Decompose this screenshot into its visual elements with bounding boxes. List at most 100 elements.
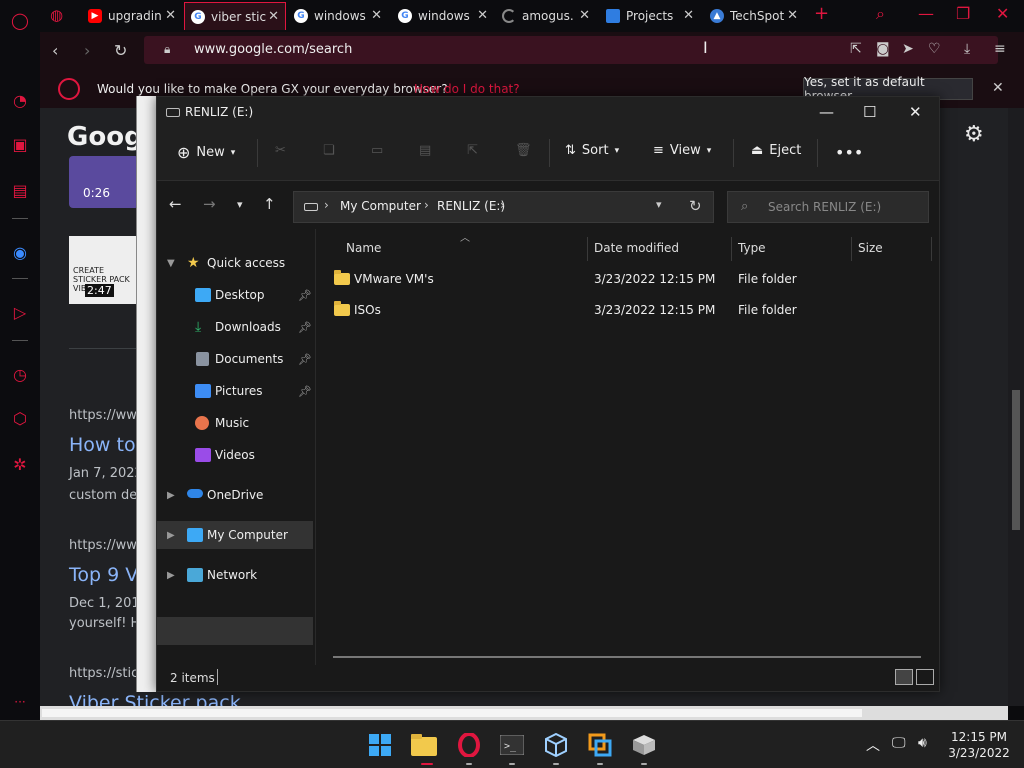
rename-icon[interactable]: ▤ [419, 143, 431, 158]
video-thumbnail[interactable]: CREATE STICKER PACK VIBER 2:47 [69, 236, 139, 304]
maximize-icon[interactable]: ☐ [863, 103, 876, 121]
vmware-taskbar-icon[interactable] [586, 731, 614, 759]
close-icon[interactable]: ✕ [268, 9, 279, 24]
twitch-icon[interactable]: ▤ [8, 178, 32, 202]
horizontal-scrollbar[interactable] [40, 706, 1008, 720]
chevron-right-icon[interactable]: › [324, 198, 329, 212]
close-icon[interactable]: ✕ [371, 8, 382, 23]
search-box[interactable]: ⌕ [727, 191, 929, 223]
new-tab-plus-icon[interactable]: + [814, 3, 829, 24]
forward-arrow-icon[interactable]: → [203, 195, 216, 213]
nav-videos[interactable]: Videos [157, 441, 313, 469]
scroll-thumb[interactable] [42, 709, 862, 717]
nav-desktop[interactable]: Desktop 📌︎ [157, 281, 313, 309]
volume-icon[interactable]: 🔊︎ [918, 735, 927, 751]
send-icon[interactable]: ➤ [902, 41, 914, 57]
tab-windows-2[interactable]: G windows ✕ [392, 2, 494, 30]
clock[interactable]: 12:15 PM 3/23/2022 [948, 729, 1010, 761]
search-tabs-icon[interactable]: ⌕ [876, 4, 885, 24]
chevron-right-icon[interactable]: › [424, 198, 429, 212]
result-url[interactable]: https://stic [69, 666, 138, 681]
nav-network[interactable]: ▶ Network [157, 561, 313, 589]
heart-icon[interactable]: ♡ [928, 41, 941, 57]
chevron-down-icon[interactable]: ▾ [656, 198, 662, 211]
paste-icon[interactable]: ▭ [371, 143, 383, 158]
forward-icon[interactable]: › [84, 41, 90, 60]
virtualbox-taskbar-icon[interactable] [630, 731, 658, 759]
result-title[interactable]: How to [69, 434, 136, 456]
cut-icon[interactable]: ✂ [275, 143, 286, 158]
tab-viber-stickers[interactable]: G viber stic ✕ [184, 2, 286, 30]
close-icon[interactable]: ✕ [165, 8, 176, 23]
eject-button[interactable]: ⏏ Eject [751, 143, 801, 158]
restore-icon[interactable]: ❐ [956, 4, 970, 23]
up-arrow-icon[interactable]: ↑ [263, 195, 276, 213]
column-divider[interactable] [731, 237, 732, 261]
opera-gx-taskbar-icon[interactable] [455, 731, 483, 759]
breadcrumb[interactable]: › My Computer › RENLIZ (E:) › ▾ ↻ [293, 191, 714, 223]
more-options-icon[interactable]: ••• [835, 143, 863, 162]
address-bar[interactable]: 🔒︎ www.google.com/search ⇱ ◙ ➤ ♡ [144, 36, 998, 64]
nav-pictures[interactable]: Pictures 📌︎ [157, 377, 313, 405]
column-date[interactable]: Date modified [594, 241, 679, 255]
chevron-right-icon[interactable]: ▶ [167, 490, 175, 501]
more-icon[interactable]: ··· [8, 690, 32, 714]
recent-chevron-icon[interactable]: ▾ [237, 198, 243, 211]
url-text[interactable]: www.google.com/search [194, 42, 352, 57]
file-row[interactable]: ISOs 3/23/2022 12:15 PM File folder [328, 298, 928, 324]
opera-logo-icon[interactable]: ◯ [8, 8, 32, 32]
chevron-up-icon[interactable]: ︿ [866, 735, 880, 755]
result-title[interactable]: Top 9 V [69, 564, 138, 586]
terminal-taskbar-icon[interactable]: >_ [498, 731, 526, 759]
column-name[interactable]: Name [346, 241, 381, 255]
refresh-icon[interactable]: ↻ [689, 197, 702, 215]
pin-icon[interactable]: 📌︎ [298, 353, 312, 366]
extensions-cube-icon[interactable]: ⬡ [8, 406, 32, 430]
speed-dial-icon[interactable]: ◔ [8, 88, 32, 112]
chevron-right-icon[interactable]: ▶ [167, 530, 175, 541]
file-row[interactable]: VMware VM's 3/23/2022 12:15 PM File fold… [328, 267, 928, 293]
new-button[interactable]: ⊕ New ▾ [177, 143, 235, 162]
gear-icon[interactable]: ⚙ [964, 122, 984, 147]
breadcrumb-drive[interactable]: RENLIZ (E:) [437, 199, 505, 213]
close-icon[interactable]: ✕ [683, 8, 694, 23]
reload-icon[interactable]: ↻ [114, 41, 127, 60]
column-divider[interactable] [587, 237, 588, 261]
shopping-bag-icon[interactable]: ▣ [8, 132, 32, 156]
pin-icon[interactable]: 📌︎ [298, 321, 312, 334]
share-icon[interactable]: ⇱ [850, 41, 862, 57]
minimize-icon[interactable]: — [918, 4, 934, 23]
result-title[interactable]: Viber Sticker pack [69, 692, 241, 706]
messenger-icon[interactable]: ◉ [8, 240, 32, 264]
minimize-icon[interactable]: — [819, 103, 834, 121]
vertical-scrollbar[interactable] [1008, 108, 1024, 706]
delete-icon[interactable]: 🗑︎ [515, 143, 532, 158]
result-url[interactable]: https://ww [69, 408, 137, 423]
background-explorer-window[interactable] [136, 96, 156, 692]
download-icon[interactable]: ⤓ [964, 41, 970, 57]
nav-my-computer[interactable]: ▶ My Computer [157, 521, 313, 549]
close-icon[interactable]: ✕ [579, 8, 590, 23]
close-icon[interactable]: ✕ [992, 80, 1004, 96]
video-thumbnail[interactable]: 0:26 [69, 156, 139, 208]
history-icon[interactable]: ◷ [8, 362, 32, 386]
share-icon[interactable]: ⇱ [467, 143, 478, 158]
chevron-right-icon[interactable]: › [500, 198, 505, 212]
nav-quick-access[interactable]: ▼ ★ Quick access [157, 249, 313, 277]
player-icon[interactable]: ▷ [8, 300, 32, 324]
how-link[interactable]: How do I do that? [414, 82, 520, 96]
close-icon[interactable]: ✕ [787, 8, 798, 23]
copy-icon[interactable]: ❏ [323, 143, 335, 158]
horizontal-scrollbar[interactable] [333, 656, 921, 658]
back-arrow-icon[interactable]: ← [169, 195, 182, 213]
start-windows-icon[interactable] [366, 731, 394, 759]
3d-cube-taskbar-icon[interactable] [542, 731, 570, 759]
pin-icon[interactable]: 📌︎ [298, 289, 312, 302]
column-type[interactable]: Type [738, 241, 766, 255]
tab-windows-1[interactable]: G windows ✕ [288, 2, 388, 30]
column-divider[interactable] [931, 237, 932, 261]
scroll-thumb[interactable] [1012, 390, 1020, 530]
column-size[interactable]: Size [858, 241, 883, 255]
camera-icon[interactable]: ◙ [876, 41, 890, 57]
nav-documents[interactable]: Documents 📌︎ [157, 345, 313, 373]
